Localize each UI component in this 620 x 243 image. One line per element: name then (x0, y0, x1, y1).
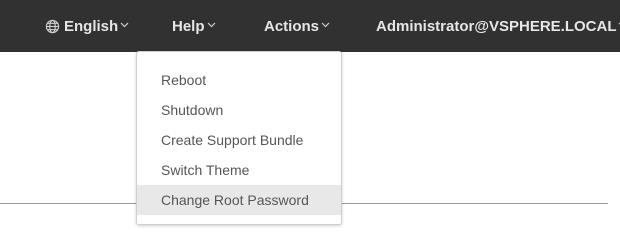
user-menu[interactable]: Administrator@VSPHERE.LOCAL (376, 0, 620, 52)
chevron-down-icon (321, 22, 330, 28)
help-menu-label: Help (172, 17, 205, 35)
menu-item-create-support-bundle[interactable]: Create Support Bundle (137, 125, 341, 155)
chevron-down-icon (207, 22, 216, 28)
actions-menu[interactable]: Actions (264, 0, 330, 52)
language-menu-label: English (64, 17, 119, 35)
menu-item-reboot[interactable]: Reboot (137, 65, 341, 95)
actions-menu-label: Actions (264, 17, 320, 35)
chevron-down-icon (120, 22, 129, 28)
menu-item-change-root-password[interactable]: Change Root Password (137, 185, 341, 215)
top-nav-bar: English Help Actions Administrator@VSPHE… (0, 0, 620, 52)
language-menu[interactable]: English (45, 0, 129, 52)
actions-dropdown-menu: Reboot Shutdown Create Support Bundle Sw… (136, 51, 342, 225)
menu-item-switch-theme[interactable]: Switch Theme (137, 155, 341, 185)
user-menu-label: Administrator@VSPHERE.LOCAL (376, 17, 617, 35)
globe-icon (45, 19, 60, 34)
menu-item-shutdown[interactable]: Shutdown (137, 95, 341, 125)
help-menu[interactable]: Help (172, 0, 216, 52)
